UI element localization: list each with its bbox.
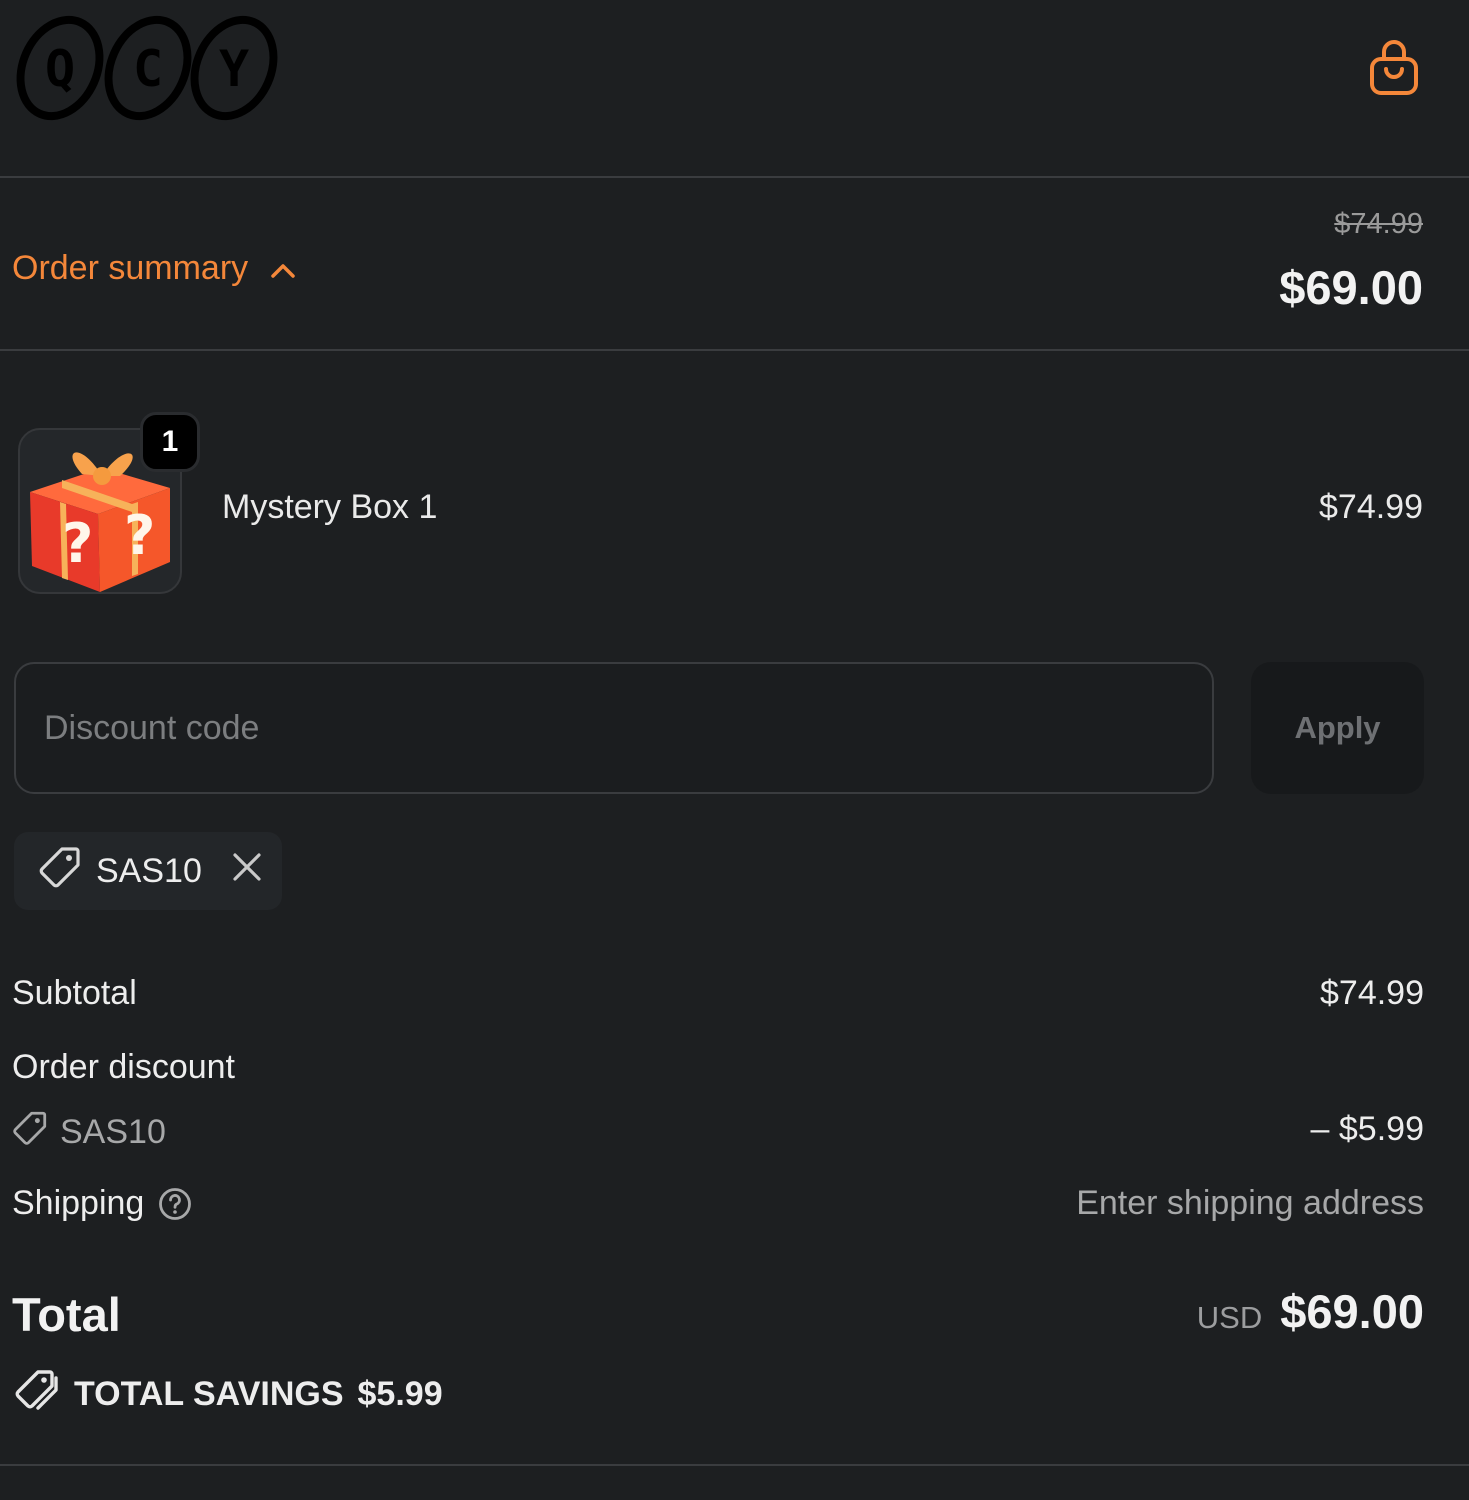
total-label: Total bbox=[12, 1288, 121, 1341]
logo-letter-q: Q bbox=[45, 40, 75, 98]
total-savings: TOTAL SAVINGS $5.99 bbox=[12, 1368, 443, 1421]
apply-discount-button[interactable]: Apply bbox=[1251, 662, 1424, 794]
logo-letter-y: Y bbox=[219, 40, 249, 98]
close-icon bbox=[232, 852, 262, 891]
applied-discount-chip: SAS10 bbox=[14, 832, 282, 910]
shopping-bag-icon bbox=[1368, 39, 1420, 102]
order-discount-code-text: SAS10 bbox=[60, 1113, 166, 1151]
svg-text:?: ? bbox=[124, 504, 155, 567]
shipping-label: Shipping bbox=[12, 1184, 145, 1222]
currency-code: USD bbox=[1196, 1300, 1263, 1335]
bottom-divider bbox=[0, 1464, 1469, 1466]
total-savings-label: TOTAL SAVINGS bbox=[74, 1375, 344, 1413]
total-amount: $69.00 bbox=[1280, 1285, 1424, 1338]
applied-discount-code: SAS10 bbox=[96, 851, 202, 890]
order-discount-code: SAS10 bbox=[12, 1110, 166, 1155]
order-summary-toggle[interactable]: Order summary bbox=[12, 240, 296, 296]
original-price: $74.99 bbox=[1334, 208, 1423, 240]
order-summary-label: Order summary bbox=[12, 248, 249, 287]
svg-text:?: ? bbox=[62, 512, 93, 575]
remove-discount-button[interactable] bbox=[232, 852, 262, 891]
tags-icon bbox=[12, 1368, 60, 1421]
discount-code-input[interactable] bbox=[14, 662, 1214, 794]
mystery-gift-box-image: ? ? bbox=[20, 452, 184, 600]
shipping-value: Enter shipping address bbox=[1076, 1184, 1424, 1222]
logo-letter-c: C bbox=[133, 40, 163, 98]
product-name: Mystery Box 1 bbox=[222, 488, 438, 526]
chevron-up-icon bbox=[270, 249, 296, 288]
total-savings-value: $5.99 bbox=[357, 1375, 443, 1413]
shipping-row-label: Shipping bbox=[12, 1184, 192, 1223]
store-header: Q C Y bbox=[0, 0, 1469, 178]
store-logo[interactable]: Q C Y bbox=[12, 10, 280, 131]
quantity-badge: 1 bbox=[140, 412, 200, 472]
tag-icon bbox=[38, 845, 82, 898]
subtotal-value: $74.99 bbox=[1320, 974, 1424, 1012]
cart-button[interactable] bbox=[1362, 38, 1426, 102]
help-icon[interactable] bbox=[158, 1187, 192, 1221]
subtotal-label: Subtotal bbox=[12, 974, 137, 1012]
tag-icon bbox=[12, 1110, 48, 1155]
discounted-price: $69.00 bbox=[1279, 261, 1423, 314]
order-discount-value: – $5.99 bbox=[1310, 1110, 1424, 1148]
product-price: $74.99 bbox=[1319, 488, 1423, 526]
total-value-group: USD $69.00 bbox=[1197, 1284, 1424, 1339]
order-discount-label: Order discount bbox=[12, 1048, 235, 1086]
